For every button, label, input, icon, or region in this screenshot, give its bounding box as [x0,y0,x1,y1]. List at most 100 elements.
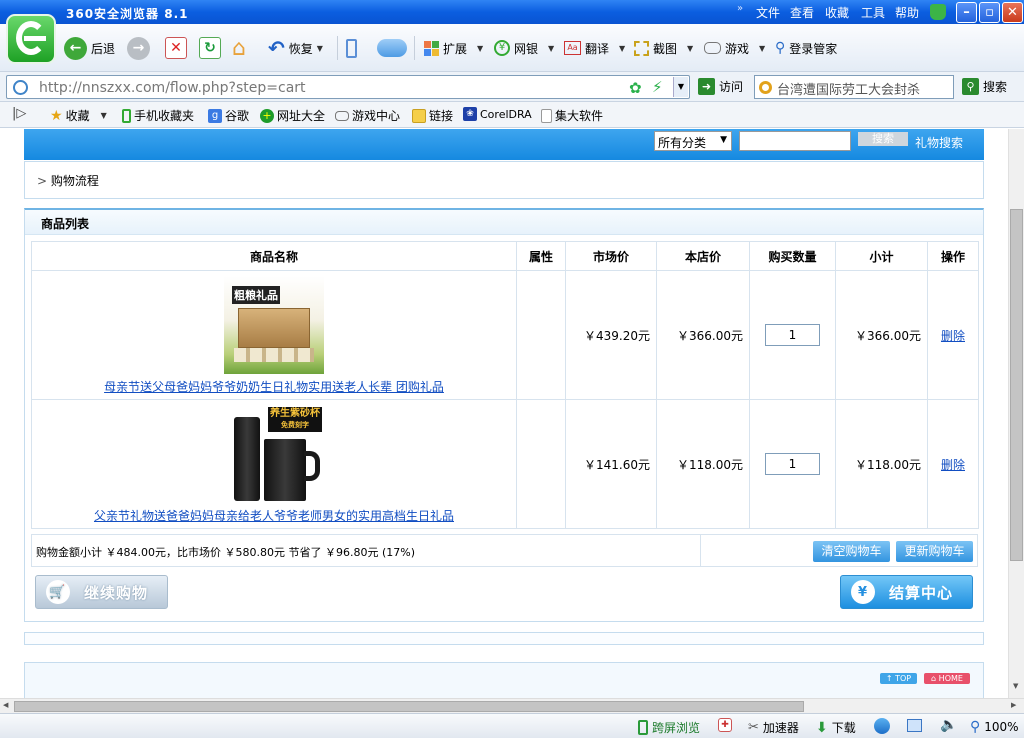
menu-file[interactable]: 文件 [756,4,780,21]
fav-item-software[interactable]: 集大软件 [541,107,603,124]
col-header-name: 商品名称 [31,241,517,271]
product-image[interactable]: 粗粮礼品 [224,275,324,374]
menu-tools[interactable]: 工具 [861,4,885,21]
gift-search-link[interactable]: 礼物搜索 [915,134,963,151]
yen-coin-icon: ¥ [851,580,875,604]
back-button[interactable]: ← 后退 [64,35,115,61]
magnifier-icon: ⚲ [970,719,981,735]
security-check-icon[interactable]: ✿ [629,79,642,97]
restore-button[interactable]: ↶ 恢复 ▼ [268,35,323,61]
web-search-input[interactable]: 台湾遭国际劳工大会封杀 [754,75,954,99]
category-select[interactable]: 所有分类 ▼ [654,131,732,151]
url-field[interactable]: http://nnszxx.com/flow.php?step=cart ✿ ⚡… [6,75,690,99]
fav-item-nav[interactable]: + 网址大全 [260,107,325,124]
plugin-icon[interactable]: ✚ [718,718,732,732]
fav-item-coreldraw[interactable]: ❀ CorelDRA [463,107,532,121]
horizontal-scrollbar[interactable]: ◀ ▶ [0,698,1024,713]
update-cart-button[interactable]: 更新购物车 [896,541,973,562]
translate-button[interactable]: Aa 翻译 ▼ [564,35,625,61]
product-name-link[interactable]: 父亲节礼物送爸爸妈妈母亲给老人爷爷老师男女的实用高档生日礼品 [94,509,454,523]
scroll-left-arrow-icon[interactable]: ◀ [3,701,8,709]
horizontal-scroll-thumb[interactable] [14,701,804,712]
menu-help[interactable]: 帮助 [895,4,919,21]
address-bar: http://nnszxx.com/flow.php?step=cart ✿ ⚡… [0,72,1024,102]
col-header-shop-price: 本店价 [656,241,750,271]
accelerator-button[interactable]: ✂ 加速器 [748,719,799,736]
close-button[interactable]: ✕ [1002,2,1023,23]
back-to-top-button[interactable]: ↑ TOP [880,673,917,684]
speaker-icon[interactable]: 🔈 [940,717,957,733]
content-divider-bar [24,632,984,645]
vertical-scrollbar[interactable]: ▼ [1008,129,1024,698]
forward-button[interactable]: → [127,35,150,61]
url-dropdown-icon[interactable]: ▼ [673,77,688,97]
fav-item-google[interactable]: g 谷歌 [208,107,249,124]
scroll-right-arrow-icon[interactable]: ▶ [1011,701,1016,709]
home-button[interactable]: ⌂ [232,35,246,61]
scissors-icon [634,40,649,56]
cart-panel: 商品列表 商品名称 属性 市场价 本店价 购买数量 小计 操作 粗粮礼品 母亲节… [24,208,984,622]
delete-link[interactable]: 删除 [941,458,965,472]
product-cell: 粗粮礼品 母亲节送父母爸妈妈爷爷奶奶生日礼物实用送老人长辈 团购礼品 [31,270,517,400]
home-link-button[interactable]: ⌂ HOME [924,673,970,684]
delete-link[interactable]: 删除 [941,329,965,343]
phone-icon [346,38,357,58]
fav-item-links[interactable]: 链接 [412,107,453,124]
keyword-input[interactable] [739,131,851,151]
fav-item-collect[interactable]: ★ 收藏 ▼ [50,107,107,124]
download-button[interactable]: ⬇ 下载 [816,719,856,736]
stop-icon: ✕ [165,37,187,59]
mobile-button[interactable] [346,35,357,61]
minimize-button[interactable]: – [956,2,977,23]
cart-icon: 🛒 [46,580,70,604]
product-name-link[interactable]: 母亲节送父母爸妈妈爷爷奶奶生日礼物实用送老人长辈 团购礼品 [104,380,444,394]
netbank-button[interactable]: ¥ 网银 ▼ [494,35,554,61]
zoom-control[interactable]: ⚲ 100% [970,719,1019,735]
double-chevron-icon[interactable]: » [737,3,743,14]
screenshot-button[interactable]: 截图 ▼ [634,35,693,61]
stop-button[interactable]: ✕ [165,35,187,61]
dropdown-caret-icon: ▼ [687,43,694,53]
fav-item-games[interactable]: 游戏中心 [335,107,400,124]
quantity-input[interactable]: 1 [765,324,820,346]
continue-shopping-button[interactable]: 🛒 继续购物 [35,575,168,609]
checkout-button[interactable]: ¥ 结算中心 [840,575,973,609]
chevron-right-icon: > [37,174,48,188]
login-button[interactable]: ⚲ 登录管家 [775,35,837,61]
menu-favorites[interactable]: 收藏 [825,4,849,21]
scroll-down-arrow-icon[interactable]: ▼ [1013,682,1018,690]
page-content: 所有分类 ▼ 搜索 礼物搜索 > 购物流程 商品列表 商品名称 属性 市场价 本… [0,129,1008,698]
extend-button[interactable]: 扩展 ▼ [424,35,483,61]
cross-screen-button[interactable]: 跨屏浏览 [638,719,700,736]
menu-view[interactable]: 查看 [790,4,814,21]
web-search-button[interactable]: ⚲ 搜索 [962,78,1007,95]
games-button[interactable]: 游戏 ▼ [704,35,765,61]
window-icon[interactable] [907,719,922,732]
browser-logo-icon[interactable] [6,14,56,64]
sidebar-toggle-icon[interactable]: |▷ [12,106,26,121]
site-search-button[interactable]: 搜索 [858,132,908,146]
product-image[interactable]: 养生紫砂杯 免费刻字 [224,404,324,503]
plus-globe-icon: + [260,108,274,123]
tshirt-icon[interactable] [930,4,946,20]
search-person-icon: ⚲ [775,40,786,56]
url-text: http://nnszxx.com/flow.php?step=cart [39,80,306,96]
maximize-button[interactable]: ▫ [979,2,1000,23]
quantity-input[interactable]: 1 [765,453,820,475]
dropdown-caret-icon: ▼ [759,43,766,53]
google-icon: g [208,108,222,123]
breadcrumb-label: 购物流程 [50,174,99,188]
attr-cell [516,399,566,529]
back-arrow-icon: ← [64,36,87,60]
go-button[interactable]: ➜ 访问 [698,78,743,95]
fav-item-mobile[interactable]: 手机收藏夹 [122,107,194,124]
vertical-scroll-thumb[interactable] [1010,209,1023,561]
favorites-bar: |▷ ★ 收藏 ▼ 手机收藏夹 g 谷歌 + 网址大全 游戏中心 链接 ❀ Co… [0,102,1024,128]
cloud-button[interactable] [377,35,407,61]
ie-icon[interactable] [874,718,890,734]
home-icon: ⌂ [232,35,246,61]
toolbar: ← 后退 → ✕ ↻ ⌂ ↶ 恢复 ▼ 扩展 ▼ ¥ 网银 ▼ Aa 翻译 ▼ … [0,24,1024,72]
clear-cart-button[interactable]: 清空购物车 [813,541,890,562]
refresh-button[interactable]: ↻ [199,35,221,61]
lightning-icon[interactable]: ⚡ [652,78,663,96]
